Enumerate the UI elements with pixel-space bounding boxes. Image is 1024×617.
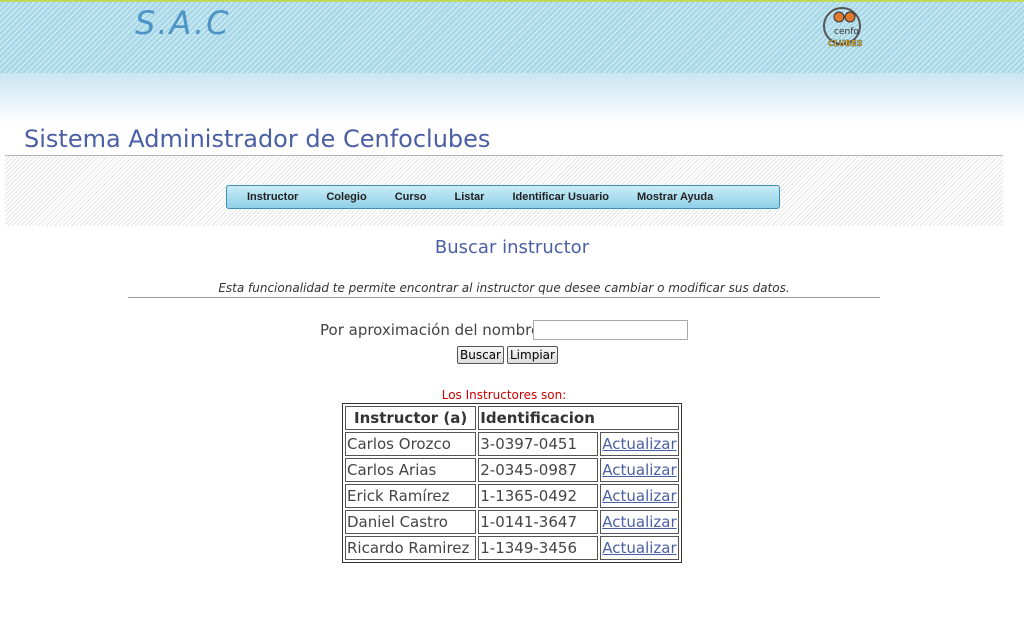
instructor-name: Ricardo Ramirez bbox=[345, 536, 477, 560]
logo-text-top: cenfo bbox=[834, 27, 859, 37]
table-row: Daniel Castro 1-0141-3647 Actualizar bbox=[345, 510, 679, 534]
logo-text-bottom: CLUBES bbox=[828, 39, 863, 48]
instructor-id: 1-1365-0492 bbox=[478, 484, 599, 508]
instructor-name: Erick Ramírez bbox=[345, 484, 477, 508]
column-header-identificacion: Identificacion bbox=[478, 406, 679, 430]
header-shade bbox=[0, 73, 1024, 123]
section-description: Esta funcionalidad te permite encontrar … bbox=[218, 281, 790, 295]
instructor-id: 1-1349-3456 bbox=[478, 536, 599, 560]
menu-item-mostrar-ayuda[interactable]: Mostrar Ayuda bbox=[637, 191, 713, 203]
description-divider bbox=[128, 297, 880, 298]
menu-item-listar[interactable]: Listar bbox=[454, 191, 484, 203]
instructor-name: Carlos Arias bbox=[345, 458, 477, 482]
update-link[interactable]: Actualizar bbox=[602, 487, 676, 505]
table-row: Carlos Orozco 3-0397-0451 Actualizar bbox=[345, 432, 679, 456]
results-label: Los Instructores son: bbox=[441, 388, 567, 402]
table-row: Carlos Arias 2-0345-0987 Actualizar bbox=[345, 458, 679, 482]
update-link[interactable]: Actualizar bbox=[602, 513, 676, 531]
instructor-id: 3-0397-0451 bbox=[478, 432, 599, 456]
instructor-id: 2-0345-0987 bbox=[478, 458, 599, 482]
clear-button[interactable]: Limpiar bbox=[507, 346, 558, 364]
update-link[interactable]: Actualizar bbox=[602, 461, 676, 479]
menu-item-instructor[interactable]: Instructor bbox=[247, 191, 298, 203]
section-title: Buscar instructor bbox=[434, 237, 590, 258]
column-header-instructor: Instructor (a) bbox=[345, 406, 477, 430]
search-button[interactable]: Buscar bbox=[457, 346, 504, 364]
table-row: Ricardo Ramirez 1-1349-3456 Actualizar bbox=[345, 536, 679, 560]
search-name-input[interactable] bbox=[533, 320, 688, 340]
brand-title: S.A.C bbox=[135, 4, 231, 42]
menu-item-colegio[interactable]: Colegio bbox=[326, 191, 366, 203]
cenfoclubes-logo: cenfo CLUBES bbox=[823, 7, 863, 48]
instructor-id: 1-0141-3647 bbox=[478, 510, 599, 534]
update-link[interactable]: Actualizar bbox=[602, 435, 676, 453]
menu-item-curso[interactable]: Curso bbox=[395, 191, 427, 203]
instructor-name: Carlos Orozco bbox=[345, 432, 477, 456]
update-link[interactable]: Actualizar bbox=[602, 539, 676, 557]
menu-item-identificar-usuario[interactable]: Identificar Usuario bbox=[512, 191, 609, 203]
main-menu: Instructor Colegio Curso Listar Identifi… bbox=[226, 185, 780, 209]
search-label: Por aproximación del nombre bbox=[320, 321, 541, 339]
instructor-name: Daniel Castro bbox=[345, 510, 477, 534]
table-header-row: Instructor (a) Identificacion bbox=[345, 406, 679, 430]
instructors-table: Instructor (a) Identificacion Carlos Oro… bbox=[342, 403, 682, 563]
table-row: Erick Ramírez 1-1365-0492 Actualizar bbox=[345, 484, 679, 508]
page-title: Sistema Administrador de Cenfoclubes bbox=[24, 125, 491, 153]
